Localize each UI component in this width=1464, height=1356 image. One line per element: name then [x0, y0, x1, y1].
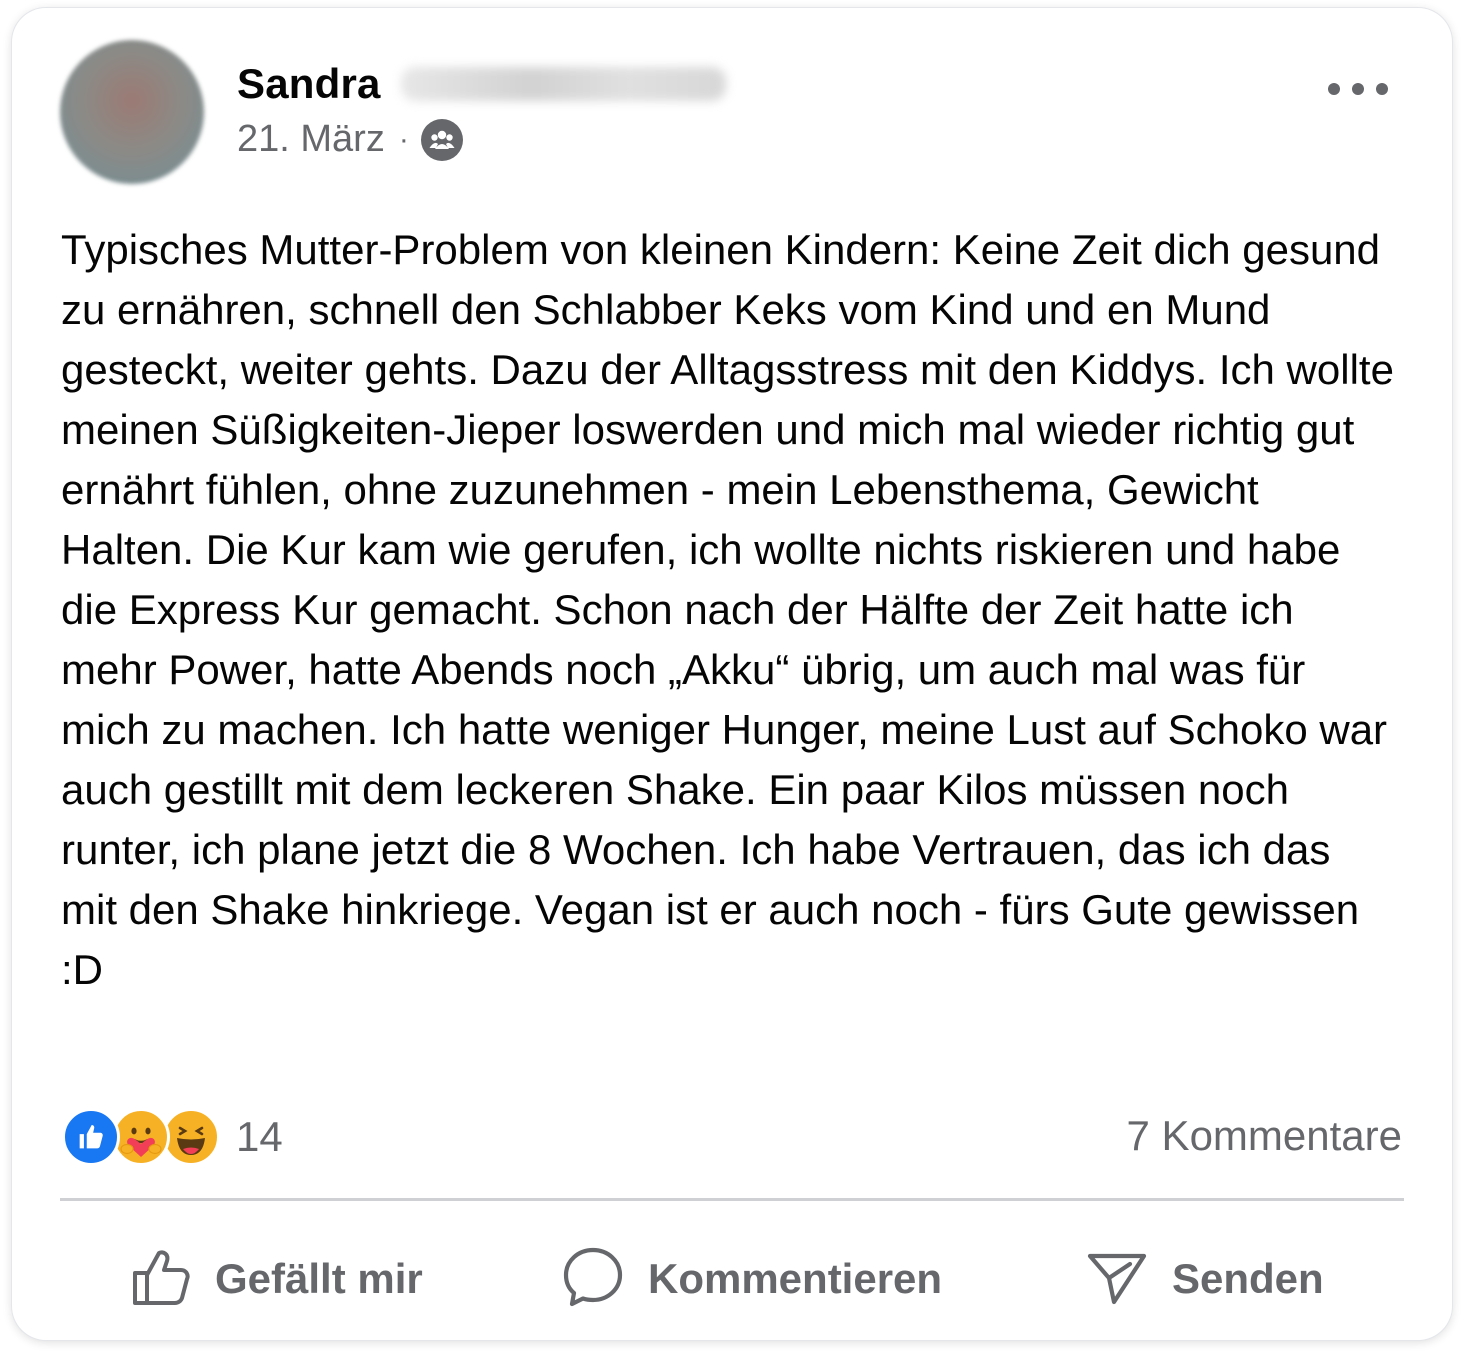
like-label: Gefällt mir	[215, 1255, 423, 1302]
post-meta: 21. März ·	[237, 118, 463, 161]
author-row: Sandra	[237, 60, 726, 108]
divider	[60, 1198, 1404, 1201]
comment-bubble-icon	[560, 1244, 626, 1315]
post-text: Typisches Mutter-Problem von kleinen Kin…	[61, 226, 1394, 993]
send-button[interactable]: Senden	[1084, 1244, 1324, 1314]
send-label: Senden	[1172, 1255, 1324, 1302]
comment-button[interactable]: Kommentieren	[560, 1244, 942, 1314]
post-card: Sandra 21. März · Typisches Mutter-Probl…	[12, 8, 1452, 1340]
haha-reaction-icon	[162, 1108, 220, 1166]
post-date[interactable]: 21. März	[237, 118, 385, 161]
author-name[interactable]: Sandra	[237, 60, 381, 108]
like-button[interactable]: Gefällt mir	[129, 1244, 423, 1314]
like-reaction-icon	[62, 1108, 120, 1166]
blurred-surname	[400, 67, 726, 101]
comments-count[interactable]: 7 Kommentare	[1127, 1112, 1402, 1160]
avatar[interactable]	[60, 40, 204, 184]
group-icon[interactable]	[420, 118, 463, 161]
care-reaction-icon	[112, 1108, 170, 1166]
thumbs-up-icon	[129, 1245, 193, 1314]
comment-label: Kommentieren	[648, 1255, 943, 1302]
send-icon	[1084, 1244, 1150, 1315]
reaction-count[interactable]: 14	[236, 1113, 283, 1161]
meta-separator: ·	[398, 122, 409, 156]
reactions-summary[interactable]: 14	[62, 1108, 283, 1166]
more-options-icon[interactable]	[1328, 74, 1388, 104]
